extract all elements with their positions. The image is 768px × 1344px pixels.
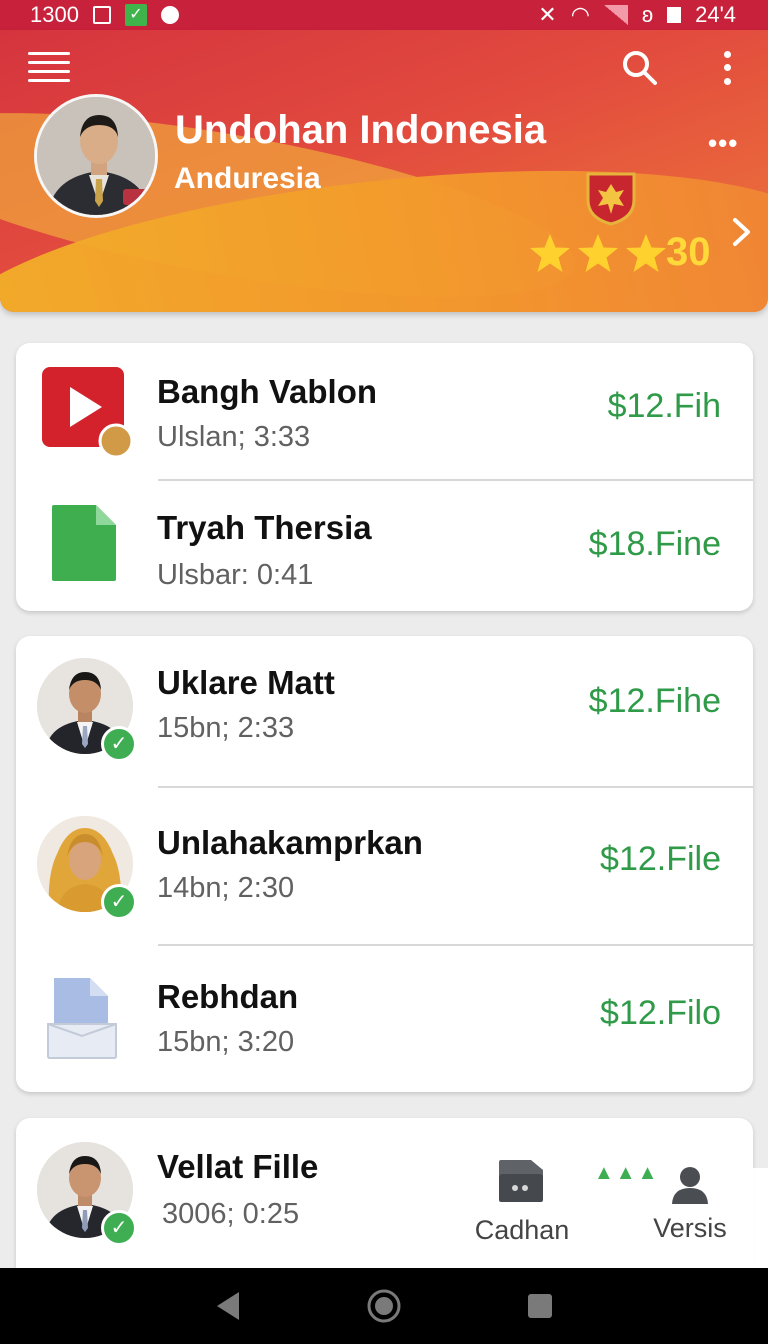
verified-check-icon: ✓ <box>101 726 137 762</box>
verified-check-icon: ✓ <box>101 1210 137 1246</box>
profile-header: Undohan Indonesia Anduresia ••• 30 <box>0 30 768 312</box>
home-button[interactable] <box>364 1286 404 1326</box>
item-title: Bangh Vablon <box>157 373 378 410</box>
contact-subtitle: 14bn; 2:30 <box>157 872 295 904</box>
hamburger-menu-button[interactable] <box>28 52 70 82</box>
green-document-icon <box>52 505 116 581</box>
contact-avatar: ✓ <box>37 1142 137 1246</box>
list-item[interactable]: ✓ Unlahakamprkan 14bn; 2:30 $12.File <box>16 788 753 946</box>
search-icon <box>623 51 657 85</box>
nav-cadhan[interactable]: Cadhan <box>470 1154 574 1246</box>
verified-check-icon: ✓ <box>101 884 137 920</box>
contact-avatar: ✓ <box>37 658 137 762</box>
rating: 30 <box>528 230 711 275</box>
wifi-icon: ◠ <box>570 2 590 27</box>
back-button[interactable] <box>208 1286 248 1326</box>
back-triangle-icon <box>217 1292 239 1320</box>
profile-avatar[interactable] <box>34 94 158 218</box>
list-item[interactable]: Tryah Thersia Ulsbar: 0:41 $18.Fine <box>16 481 753 611</box>
dot-notification-icon <box>160 6 179 24</box>
profile-location: Anduresia <box>174 162 321 195</box>
list-item[interactable]: ✓ Vellat Fille 3006; 0:25 <box>16 1118 753 1268</box>
contact-name: Vellat Fille <box>157 1148 319 1185</box>
rating-count: 30 <box>666 230 711 274</box>
system-navigation-bar <box>0 1268 768 1344</box>
blue-folder-icon <box>47 978 117 1059</box>
recents-square-icon <box>528 1294 552 1318</box>
signal-icon <box>603 5 628 25</box>
contact-subtitle: 15bn; 2:33 <box>157 712 295 744</box>
status-right-text: 24'4 <box>695 2 736 27</box>
chevron-right-icon[interactable] <box>730 214 754 250</box>
status-bar: 1300 ✓ ✕ ◠ ʚ 24'4 <box>0 0 768 30</box>
item-price: $12.File <box>600 840 721 878</box>
item-price: $12.Fih <box>607 387 721 425</box>
header-more-button[interactable]: ••• <box>708 128 738 159</box>
battery-saver-icon: ʚ <box>641 2 654 27</box>
contact-subtitle: 3006; 0:25 <box>162 1198 300 1230</box>
list-item[interactable]: Rebhdan 15bn; 3:20 $12.Filo <box>16 946 753 1092</box>
list-item[interactable]: ✓ Uklare Matt 15bn; 2:33 $12.Fihe <box>16 636 753 788</box>
garuda-emblem-icon <box>586 172 636 226</box>
status-right: ✕ ◠ ʚ 24'4 <box>538 2 736 28</box>
item-subtitle: Ulsbar: 0:41 <box>157 559 314 591</box>
person-icon <box>672 1167 708 1204</box>
search-button[interactable] <box>620 48 660 88</box>
nav-cadhan-label: Cadhan <box>474 1215 570 1245</box>
contacts-card: ✓ Uklare Matt 15bn; 2:33 $12.Fihe ✓ Unla… <box>16 636 753 1092</box>
contact-name: Uklare Matt <box>157 664 335 701</box>
list-item[interactable]: Bangh Vablon Ulslan; 3:33 $12.Fih <box>16 343 753 481</box>
checkbox-notification-icon: ✓ <box>124 4 147 26</box>
mute-icon: ✕ <box>538 2 557 27</box>
star-icon <box>626 233 666 272</box>
star-icon <box>530 233 570 272</box>
status-left: 1300 ✓ <box>30 2 179 28</box>
item-subtitle: Ulslan; 3:33 <box>157 421 311 453</box>
item-price: $12.Filo <box>600 994 721 1032</box>
recents-button[interactable] <box>520 1286 560 1326</box>
wallet-icon <box>499 1160 543 1202</box>
nav-versis-label: Versis <box>653 1213 727 1243</box>
contact-name: Unlahakamprkan <box>157 824 423 861</box>
item-price: $12.Fihe <box>588 682 721 720</box>
item-title: Tryah Thersia <box>157 509 372 546</box>
nav-versis[interactable]: Versis <box>646 1164 734 1244</box>
transaction-card: Bangh Vablon Ulslan; 3:33 $12.Fih Tryah … <box>16 343 753 611</box>
status-time: 1300 <box>30 2 79 27</box>
item-subtitle: 15bn; 3:20 <box>157 1026 295 1058</box>
notification-icon <box>92 6 111 24</box>
home-circle-icon <box>367 1289 401 1323</box>
contact-avatar: ✓ <box>37 816 137 920</box>
item-price: $18.Fine <box>588 525 721 563</box>
overflow-menu-button[interactable] <box>712 48 742 88</box>
video-play-icon <box>42 367 134 459</box>
battery-icon <box>667 7 682 23</box>
item-title: Rebhdan <box>157 978 299 1015</box>
profile-name: Undohan Indonesia <box>175 108 547 152</box>
star-icon <box>578 233 618 272</box>
